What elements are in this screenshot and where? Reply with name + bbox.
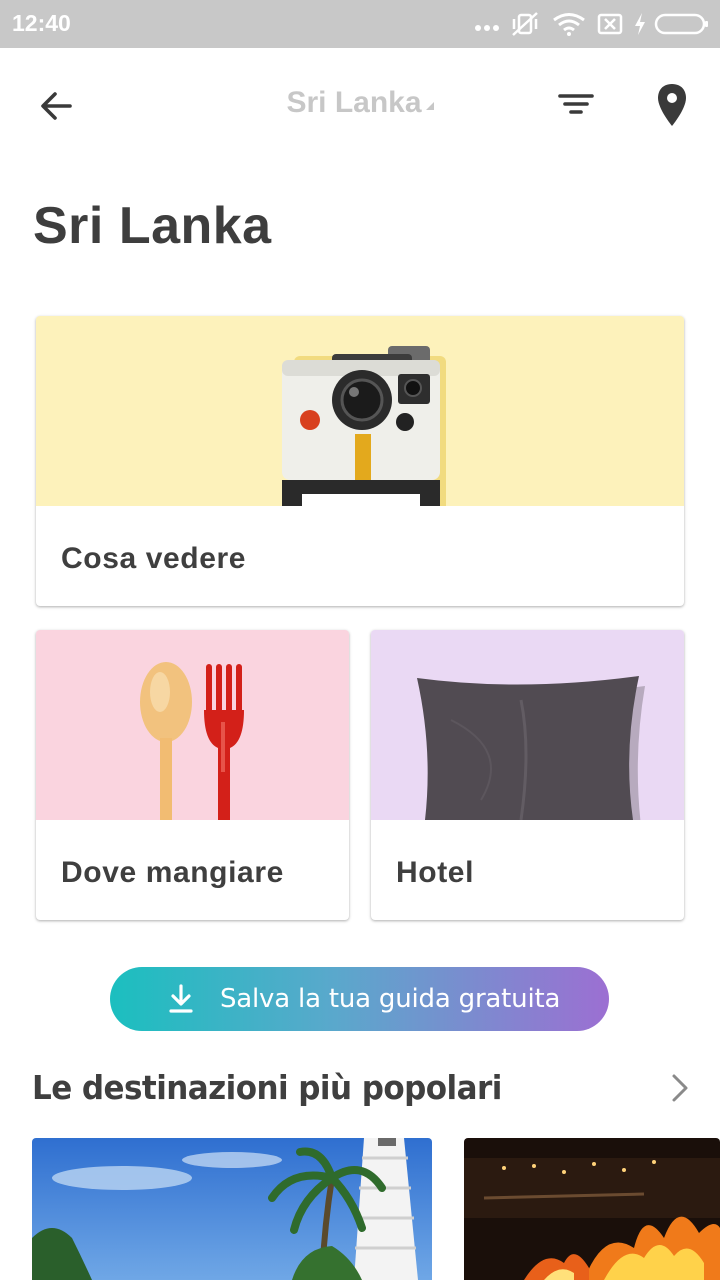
map-pin-icon[interactable] bbox=[648, 80, 696, 132]
category-label: Cosa vedere bbox=[61, 542, 247, 575]
save-guide-button[interactable]: Salva la tua guida gratuita bbox=[110, 967, 609, 1031]
save-guide-label: Salva la tua guida gratuita bbox=[220, 984, 561, 1014]
category-label: Hotel bbox=[396, 856, 474, 889]
popular-destinations-title: Le destinazioni più popolari bbox=[32, 1068, 502, 1107]
destination-card-fire-dance[interactable] bbox=[464, 1138, 720, 1280]
battery-icon bbox=[654, 13, 708, 35]
wifi-icon bbox=[553, 13, 585, 36]
sim-off-icon bbox=[597, 13, 623, 35]
category-label: Dove mangiare bbox=[61, 856, 284, 889]
charging-icon bbox=[635, 13, 645, 35]
page-title: Sri Lanka bbox=[33, 197, 272, 255]
download-icon bbox=[169, 984, 193, 1013]
fire-dance-photo bbox=[464, 1138, 720, 1280]
filter-icon[interactable] bbox=[552, 82, 600, 130]
chevron-right-icon[interactable] bbox=[662, 1070, 698, 1106]
beach-lighthouse-photo bbox=[32, 1138, 432, 1280]
top-app-bar: Sri Lanka bbox=[0, 48, 720, 160]
spoon-and-fork-image bbox=[36, 630, 349, 820]
pillow-image bbox=[371, 630, 684, 820]
vibrate-off-icon bbox=[512, 12, 538, 36]
more-dots-icon bbox=[475, 25, 499, 31]
caret-icon bbox=[425, 102, 434, 110]
category-card-hotel[interactable]: Hotel bbox=[371, 630, 684, 920]
toolbar-title: Sri Lanka bbox=[0, 86, 720, 120]
toolbar-title-text: Sri Lanka bbox=[286, 86, 422, 119]
instant-camera-image bbox=[36, 316, 684, 506]
status-time: 12:40 bbox=[12, 10, 71, 36]
destination-card-beach[interactable] bbox=[32, 1138, 432, 1280]
category-card-things-to-see[interactable]: Cosa vedere bbox=[36, 316, 684, 606]
category-card-where-to-eat[interactable]: Dove mangiare bbox=[36, 630, 349, 920]
status-bar: 12:40 bbox=[0, 0, 720, 48]
